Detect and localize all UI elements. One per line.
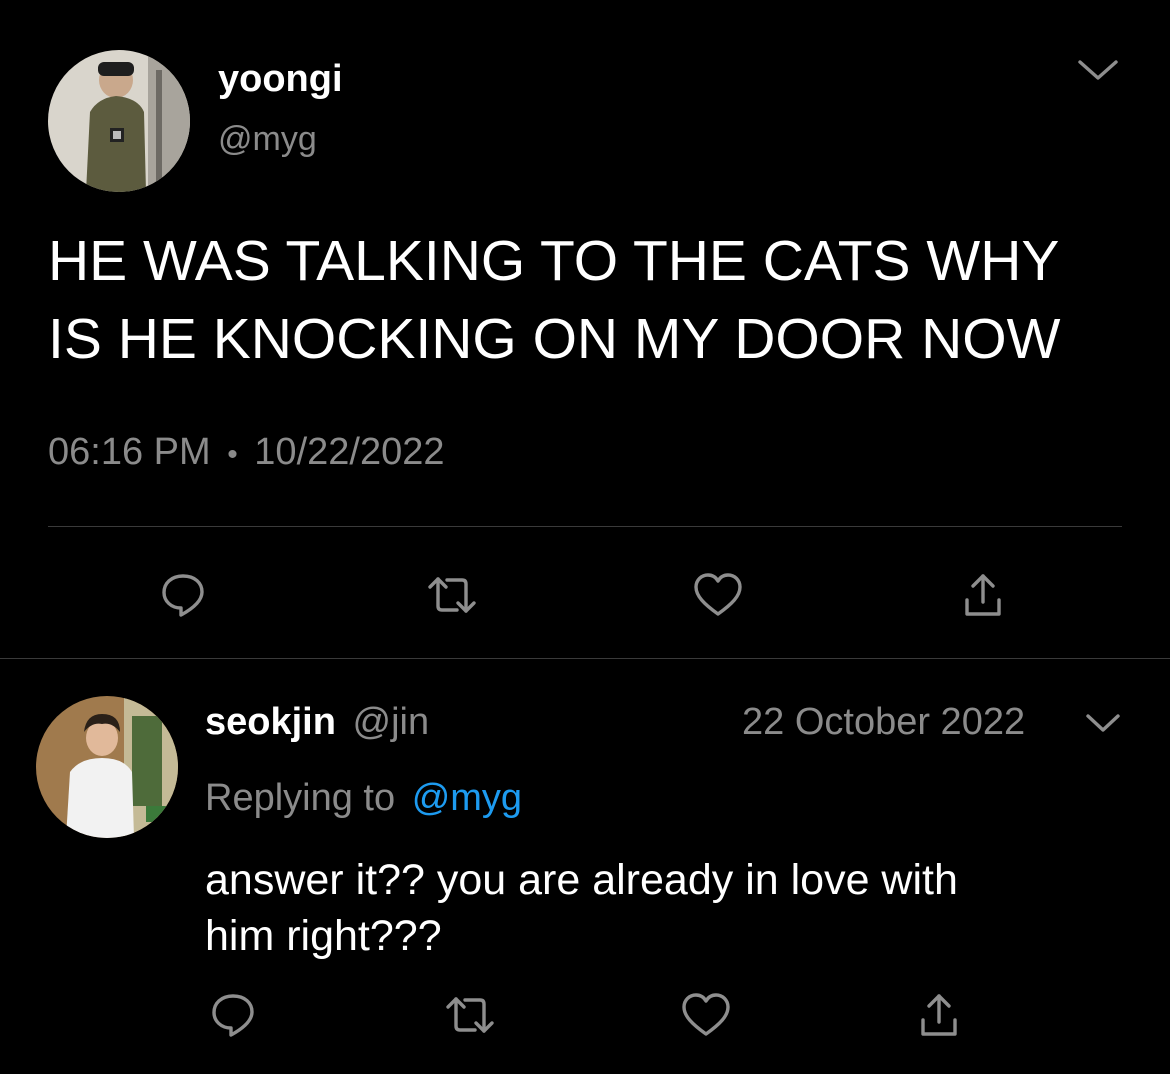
reply-avatar-photo	[36, 696, 178, 838]
main-tweet-text: HE WAS TALKING TO THE CATS WHY IS HE KNO…	[48, 222, 1148, 378]
main-tweet-text-line: HE WAS TALKING TO THE CATS WHY	[48, 229, 1060, 293]
share-icon[interactable]	[916, 990, 962, 1040]
replying-to-label: Replying to	[205, 777, 396, 819]
main-avatar-photo	[48, 50, 190, 192]
main-avatar[interactable]	[48, 50, 190, 192]
chevron-down-icon[interactable]	[1082, 708, 1126, 738]
chevron-down-icon[interactable]	[1072, 56, 1124, 86]
main-tweet-text-line: IS HE KNOCKING ON MY DOOR NOW	[48, 307, 1061, 371]
retweet-icon[interactable]	[442, 990, 498, 1040]
reply-icon[interactable]	[158, 570, 208, 620]
replying-to: Replying to @myg	[205, 774, 522, 822]
replying-to-handle[interactable]: @myg	[412, 777, 522, 819]
tweet-separator	[0, 658, 1170, 659]
main-timestamp: 06:16 PM • 10/22/2022	[48, 428, 444, 479]
reply-tweet-text-line: him right???	[205, 912, 442, 960]
tweet-time: 06:16 PM	[48, 431, 211, 473]
main-handle[interactable]: @myg	[218, 117, 317, 161]
reply-handle[interactable]: @jin	[353, 701, 430, 743]
timestamp-separator: •	[227, 438, 238, 471]
reply-tweet-text-line: answer it?? you are already in love with	[205, 856, 958, 904]
retweet-icon[interactable]	[424, 570, 480, 620]
like-icon[interactable]	[692, 570, 744, 620]
reply-icon[interactable]	[208, 990, 258, 1040]
share-icon[interactable]	[960, 570, 1006, 620]
main-display-name[interactable]: yoongi	[218, 54, 343, 104]
reply-avatar[interactable]	[36, 696, 178, 838]
timestamp-divider	[48, 526, 1122, 527]
like-icon[interactable]	[680, 990, 732, 1040]
reply-display-name[interactable]: seokjin	[205, 701, 336, 743]
reply-date: 22 October 2022	[742, 701, 1026, 743]
reply-header: seokjin @jin	[205, 698, 429, 746]
reply-tweet-text: answer it?? you are already in love with…	[205, 852, 1155, 964]
tweet-date: 10/22/2022	[254, 431, 445, 473]
